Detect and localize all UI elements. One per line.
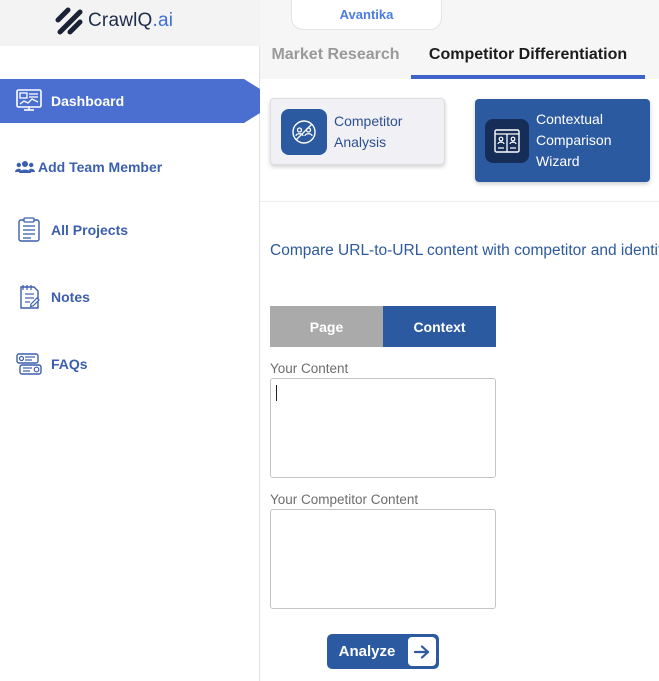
page-headline: Compare URL-to-URL content with competit… xyxy=(270,242,659,259)
sidebar-item-label: Notes xyxy=(51,289,90,305)
text-caret xyxy=(276,385,277,401)
sidebar-item-label: FAQs xyxy=(51,356,88,372)
your-content-label: Your Content xyxy=(270,361,349,376)
sidebar-item-label: Add Team Member xyxy=(38,159,163,175)
your-content-textarea[interactable] xyxy=(270,378,496,478)
mode-tab-context[interactable]: Context xyxy=(383,306,496,347)
sidebar-item-add-team-member[interactable]: Add Team Member xyxy=(0,145,260,189)
comparison-wizard-icon xyxy=(485,118,529,163)
brand-name: CrawlQ.ai xyxy=(88,10,174,31)
competitor-analysis-card[interactable]: Competitor Analysis xyxy=(270,98,445,165)
main-area: Avantika Market Research Competitor Diff… xyxy=(260,0,659,681)
contextual-comparison-wizard-card[interactable]: Contextual Comparison Wizard xyxy=(475,99,650,182)
competitor-content-textarea[interactable] xyxy=(270,509,496,609)
sidebar-item-faqs[interactable]: FAQs xyxy=(0,342,260,386)
analyze-button-label: Analyze xyxy=(338,643,396,660)
faqs-icon xyxy=(15,350,43,378)
top-tab-bar: Market Research Competitor Differentiati… xyxy=(260,31,659,79)
analyze-button[interactable]: Analyze xyxy=(327,634,439,669)
sidebar-item-notes[interactable]: Notes xyxy=(0,275,260,319)
user-menu[interactable]: Avantika xyxy=(291,0,442,30)
brand-logo[interactable]: CrawlQ.ai xyxy=(54,6,173,36)
sidebar-item-all-projects[interactable]: All Projects xyxy=(0,208,260,252)
section-divider xyxy=(260,201,659,202)
logo-bar: CrawlQ.ai xyxy=(0,0,260,46)
tool-card-label: Competitor Analysis xyxy=(334,112,403,150)
arrow-right-icon xyxy=(408,637,436,666)
tab-label: Competitor Differentiation xyxy=(428,46,628,63)
tool-card-label: Contextual Comparison Wizard xyxy=(536,111,612,169)
tab-label: Market Research xyxy=(271,46,400,63)
user-name: Avantika xyxy=(339,7,394,22)
competitor-differentiation-panel: Competitor Analysis Contextual Compariso… xyxy=(260,79,659,681)
tab-competitor-differentiation[interactable]: Competitor Differentiation xyxy=(411,31,645,79)
tab-market-research[interactable]: Market Research xyxy=(260,31,411,79)
sidebar-item-label: Dashboard xyxy=(51,93,125,109)
crawlq-logo-icon xyxy=(55,7,83,35)
users-icon xyxy=(15,153,35,181)
app-root: CrawlQ.ai Dashboard Add Team Member All … xyxy=(0,0,659,681)
mode-toggle: Page Context xyxy=(270,306,496,347)
dashboard-icon xyxy=(15,87,43,115)
sidebar-item-label: All Projects xyxy=(51,222,129,238)
sidebar-item-dashboard[interactable]: Dashboard xyxy=(0,79,260,123)
sidebar: CrawlQ.ai Dashboard Add Team Member All … xyxy=(0,0,260,681)
notes-icon xyxy=(15,283,43,311)
mode-tab-page[interactable]: Page xyxy=(270,306,383,347)
competitor-content-label: Your Competitor Content xyxy=(270,492,419,507)
projects-icon xyxy=(15,216,43,244)
competitor-analysis-icon xyxy=(281,108,327,155)
